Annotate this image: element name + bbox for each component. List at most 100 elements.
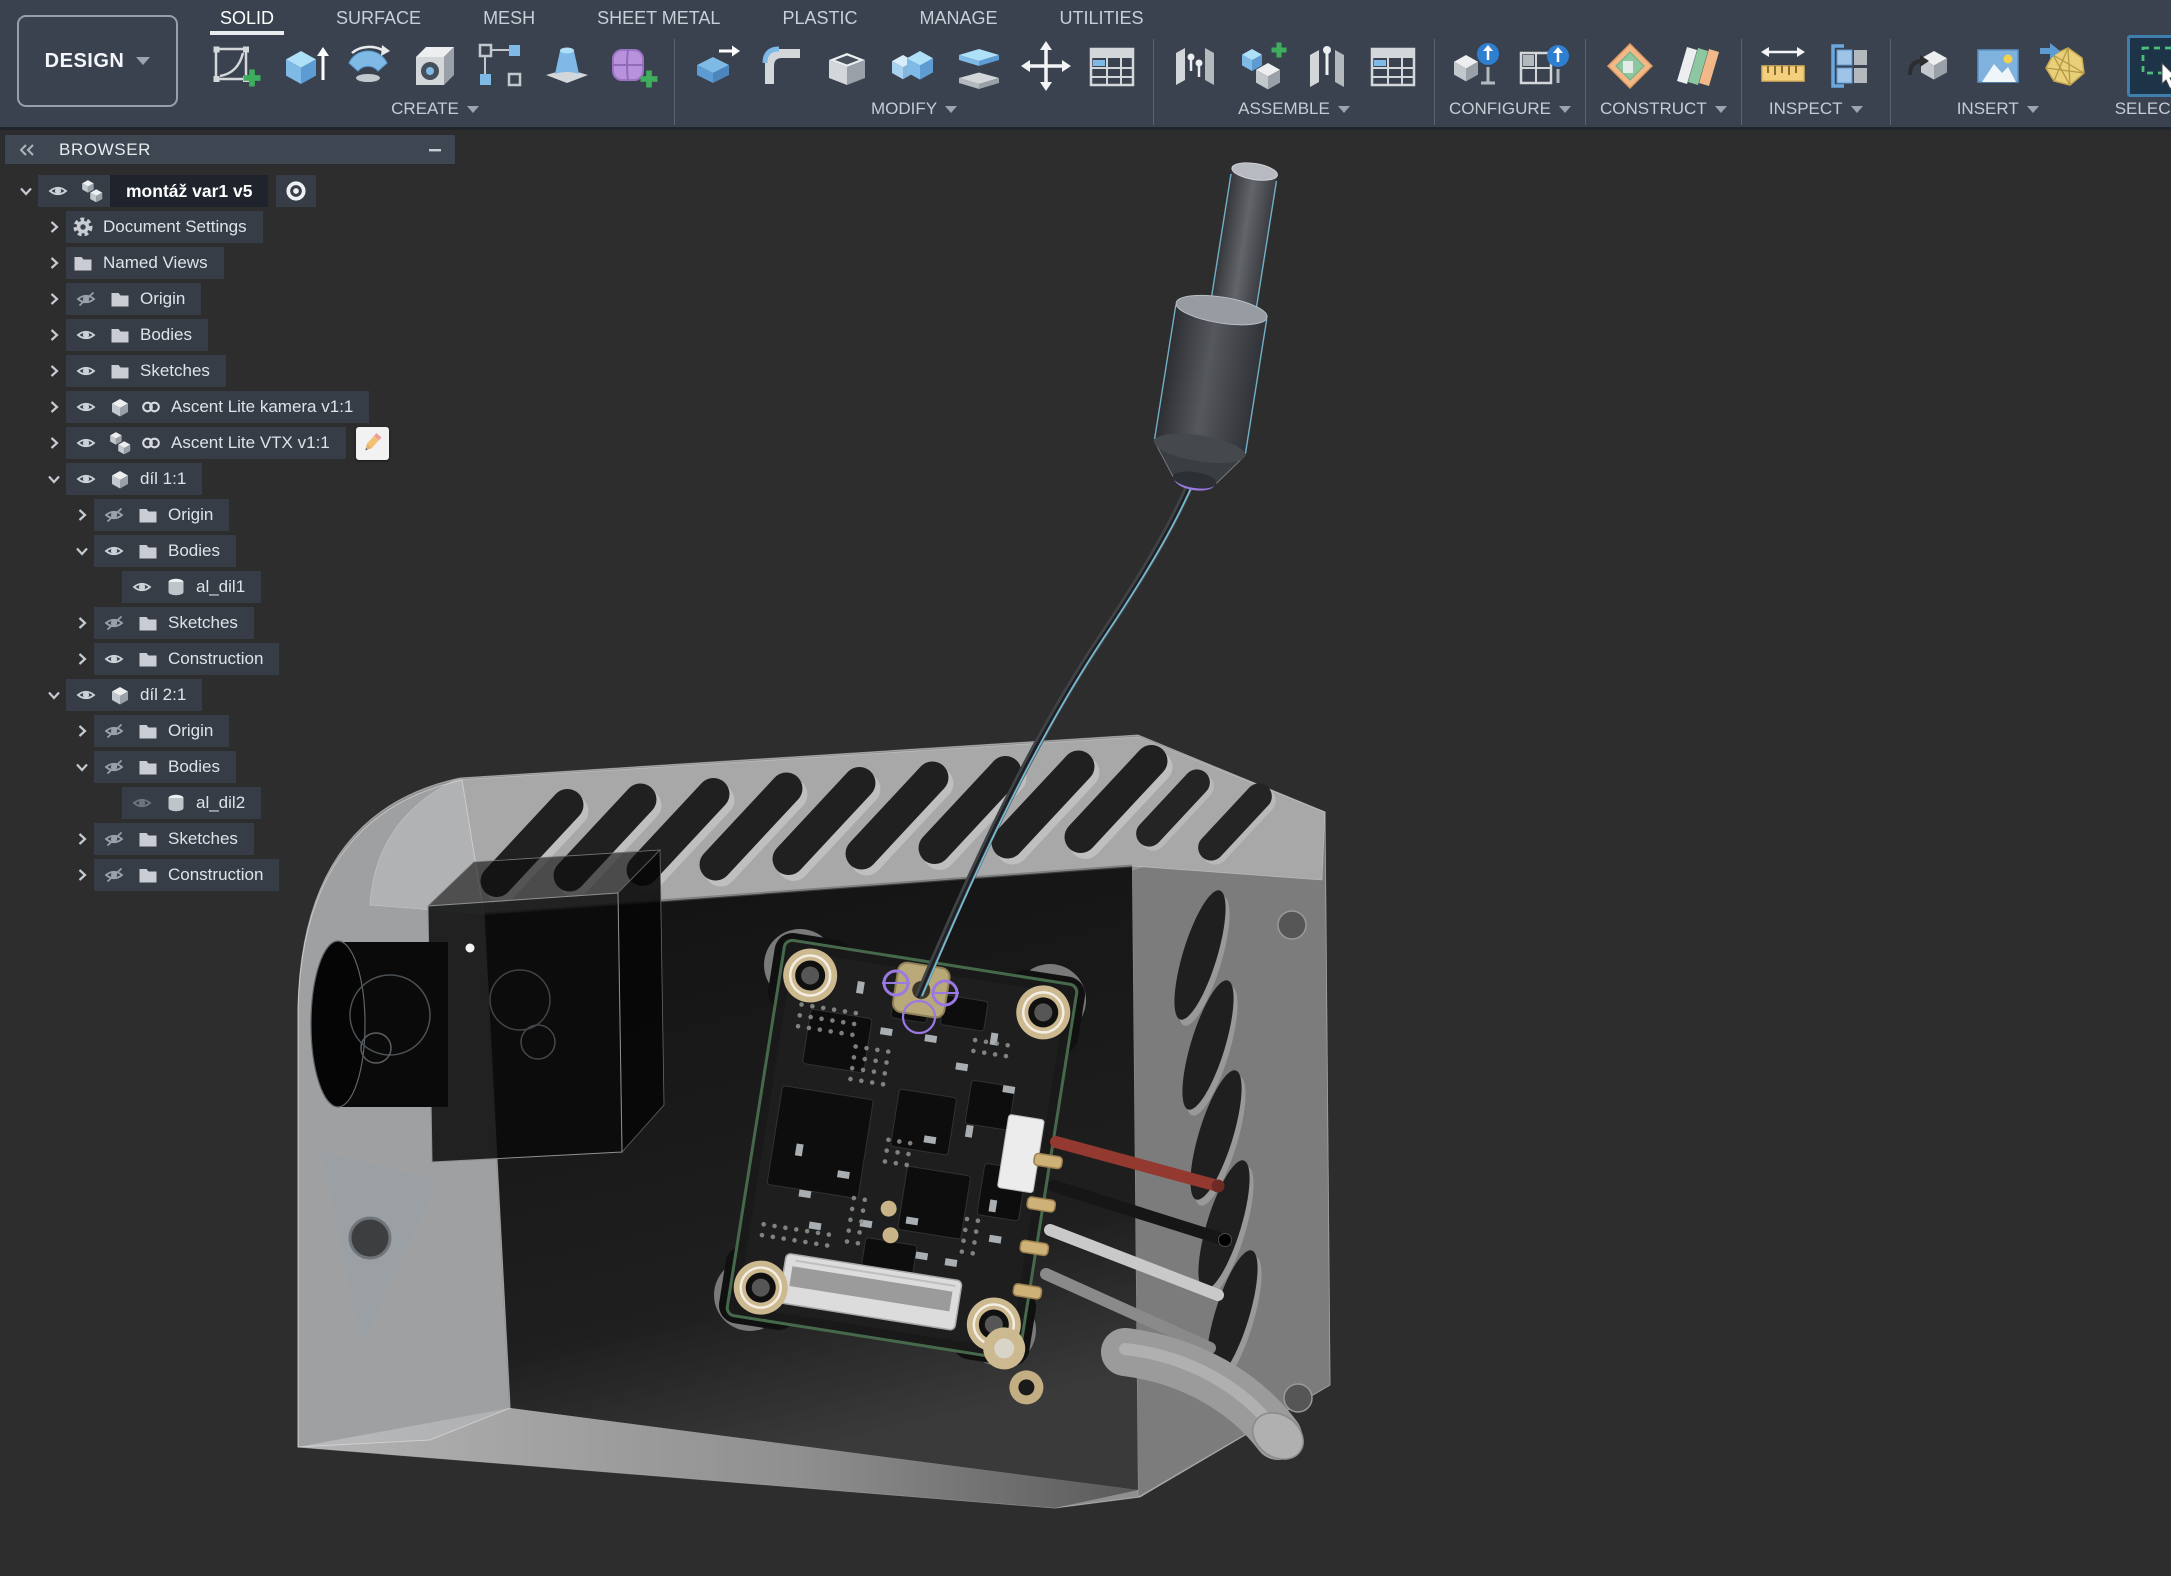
eye-icon[interactable] xyxy=(72,435,100,451)
browser-header[interactable]: BROWSER xyxy=(4,134,456,165)
item-label[interactable]: Ascent Lite VTX v1:1 xyxy=(171,433,334,453)
chevron-right-icon[interactable] xyxy=(70,504,94,526)
tree-row-origin[interactable]: Origin xyxy=(4,713,456,749)
group-label-configure[interactable]: CONFIGURE xyxy=(1449,99,1571,119)
tree-row-origin[interactable]: Origin xyxy=(4,281,456,317)
tree-row-ascent-lite-kamera-v1-1[interactable]: Ascent Lite kamera v1:1 xyxy=(4,389,456,425)
item-label[interactable]: Construction xyxy=(168,865,267,885)
insert-mesh-icon[interactable] xyxy=(2037,39,2091,93)
item-label[interactable]: Bodies xyxy=(168,757,224,777)
insert-canvas-icon[interactable] xyxy=(1971,39,2025,93)
chevron-right-icon[interactable] xyxy=(70,648,94,670)
tree-row-document-settings[interactable]: Document Settings xyxy=(4,209,456,245)
eye-icon[interactable] xyxy=(100,543,128,559)
eye-icon[interactable] xyxy=(72,471,100,487)
collapse-panel-icon[interactable] xyxy=(17,142,37,158)
chevron-right-icon[interactable] xyxy=(42,288,66,310)
as-built-joint-icon[interactable] xyxy=(1300,39,1354,93)
tree-row-construction[interactable]: Construction xyxy=(4,857,456,893)
configuration-table-icon[interactable] xyxy=(1516,39,1570,93)
tree-row-origin[interactable]: Origin xyxy=(4,497,456,533)
group-label-assemble[interactable]: ASSEMBLE xyxy=(1238,99,1350,119)
eye-off-icon[interactable] xyxy=(100,759,128,775)
item-label[interactable]: Named Views xyxy=(103,253,212,273)
change-parameters-icon[interactable] xyxy=(1085,39,1139,93)
split-body-icon[interactable] xyxy=(953,39,1007,93)
chevron-right-icon[interactable] xyxy=(42,396,66,418)
create-sketch-icon[interactable] xyxy=(210,39,264,93)
tree-row-sketches[interactable]: Sketches xyxy=(4,605,456,641)
item-label[interactable]: Sketches xyxy=(168,829,242,849)
tree-row-sketches[interactable]: Sketches xyxy=(4,353,456,389)
chevron-right-icon[interactable] xyxy=(42,432,66,454)
tree-row-al-dil2[interactable]: al_dil2 xyxy=(4,785,456,821)
new-component-icon[interactable] xyxy=(1234,39,1288,93)
root-document-label[interactable]: montáž var1 v5 xyxy=(110,175,268,207)
chevron-down-icon[interactable] xyxy=(70,756,94,778)
tree-row-d-l-2-1[interactable]: díl 2:1 xyxy=(4,677,456,713)
group-label-insert[interactable]: INSERT xyxy=(1957,99,2039,119)
tree-row-ascent-lite-vtx-v1-1[interactable]: Ascent Lite VTX v1:1 xyxy=(4,425,456,461)
eye-icon[interactable] xyxy=(72,687,100,703)
tree-row-al-dil1[interactable]: al_dil1 xyxy=(4,569,456,605)
item-label[interactable]: díl 1:1 xyxy=(140,469,190,489)
group-label-select[interactable]: SELECT xyxy=(2115,99,2171,119)
item-label[interactable]: Bodies xyxy=(168,541,224,561)
item-label[interactable]: díl 2:1 xyxy=(140,685,190,705)
item-label[interactable]: Origin xyxy=(140,289,189,309)
tree-row-bodies[interactable]: Bodies xyxy=(4,749,456,785)
tree-row-bodies[interactable]: Bodies xyxy=(4,317,456,353)
eye-icon[interactable] xyxy=(72,327,100,343)
section-analysis-icon[interactable] xyxy=(1822,39,1876,93)
chevron-right-icon[interactable] xyxy=(70,864,94,886)
tab-sheet-metal[interactable]: SHEET METAL xyxy=(593,1,724,35)
eye-icon[interactable] xyxy=(128,795,156,811)
design-workspace-button[interactable]: DESIGN xyxy=(17,15,178,107)
chevron-right-icon[interactable] xyxy=(42,360,66,382)
item-label[interactable]: Sketches xyxy=(140,361,214,381)
chevron-down-icon[interactable] xyxy=(70,540,94,562)
tab-plastic[interactable]: PLASTIC xyxy=(778,1,861,35)
select-icon[interactable] xyxy=(2127,35,2171,97)
item-label[interactable]: Sketches xyxy=(168,613,242,633)
hole-icon[interactable] xyxy=(408,39,462,93)
eye-off-icon[interactable] xyxy=(100,507,128,523)
configuration-icon[interactable] xyxy=(1450,39,1504,93)
chevron-right-icon[interactable] xyxy=(70,612,94,634)
group-label-construct[interactable]: CONSTRUCT xyxy=(1600,99,1727,119)
chevron-down-icon[interactable] xyxy=(42,684,66,706)
activate-component-radio[interactable] xyxy=(276,175,316,207)
eye-icon[interactable] xyxy=(72,363,100,379)
minimize-panel-icon[interactable] xyxy=(427,142,443,158)
tab-surface[interactable]: SURFACE xyxy=(332,1,425,35)
chevron-right-icon[interactable] xyxy=(42,324,66,346)
tree-row-bodies[interactable]: Bodies xyxy=(4,533,456,569)
tree-row-mont-var1-v5[interactable]: montáž var1 v5 xyxy=(4,173,456,209)
extrude-icon[interactable] xyxy=(276,39,330,93)
loft-icon[interactable] xyxy=(540,39,594,93)
eye-icon[interactable] xyxy=(44,183,72,199)
eye-icon[interactable] xyxy=(72,399,100,415)
press-pull-icon[interactable] xyxy=(689,39,743,93)
group-label-inspect[interactable]: INSPECT xyxy=(1769,99,1863,119)
chevron-down-icon[interactable] xyxy=(14,180,38,202)
joint-table-icon[interactable] xyxy=(1366,39,1420,93)
joint-icon[interactable] xyxy=(1168,39,1222,93)
chevron-right-icon[interactable] xyxy=(70,720,94,742)
tree-row-named-views[interactable]: Named Views xyxy=(4,245,456,281)
measure-icon[interactable] xyxy=(1756,39,1810,93)
eye-off-icon[interactable] xyxy=(100,831,128,847)
insert-derive-icon[interactable] xyxy=(1905,39,1959,93)
move-copy-icon[interactable] xyxy=(1019,39,1073,93)
chevron-right-icon[interactable] xyxy=(42,252,66,274)
edit-in-place-icon[interactable] xyxy=(356,427,389,460)
tab-manage[interactable]: MANAGE xyxy=(915,1,1001,35)
eye-off-icon[interactable] xyxy=(100,723,128,739)
construction-plane-icon[interactable] xyxy=(1603,39,1657,93)
item-label[interactable]: al_dil1 xyxy=(196,577,249,597)
item-label[interactable]: Origin xyxy=(168,721,217,741)
item-label[interactable]: Document Settings xyxy=(103,217,251,237)
tree-row-construction[interactable]: Construction xyxy=(4,641,456,677)
eye-off-icon[interactable] xyxy=(100,867,128,883)
tab-mesh[interactable]: MESH xyxy=(479,1,539,35)
